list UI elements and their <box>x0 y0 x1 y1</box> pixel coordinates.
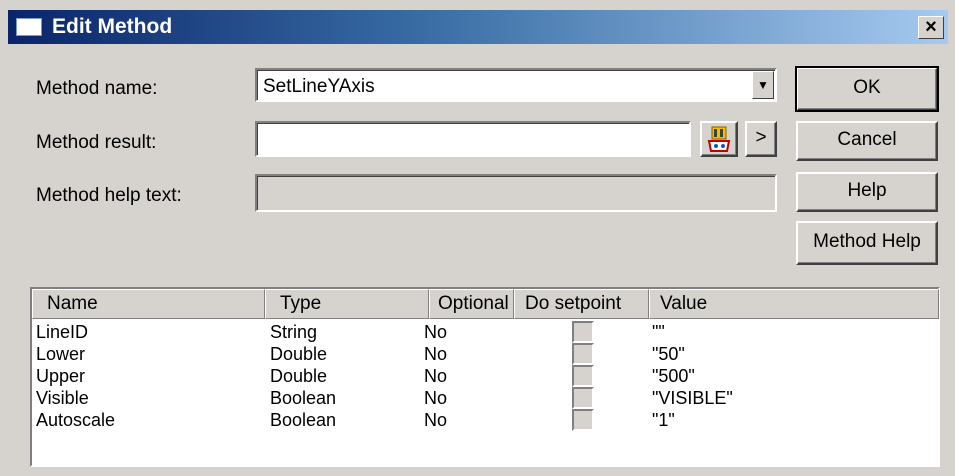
param-name: LineID <box>36 322 89 342</box>
method-name-combobox[interactable]: SetLineYAxis ▼ <box>255 68 777 102</box>
do-setpoint-checkbox[interactable] <box>572 321 594 343</box>
cancel-button[interactable]: Cancel <box>796 121 938 161</box>
ok-button[interactable]: OK <box>795 66 939 112</box>
param-type: Boolean <box>270 388 337 408</box>
method-name-value: SetLineYAxis <box>263 76 375 97</box>
param-name: Visible <box>36 388 89 408</box>
table-row[interactable]: Autoscale Boolean No "1" <box>32 409 938 431</box>
method-help-text-field <box>255 174 777 212</box>
table-row[interactable]: Visible Boolean No "VISIBLE" <box>32 387 938 409</box>
help-label: Help <box>847 180 887 201</box>
column-header-name[interactable]: Name <box>32 289 265 319</box>
param-optional: No <box>424 410 448 430</box>
param-value[interactable]: "VISIBLE" <box>652 388 733 409</box>
method-result-label: Method result: <box>36 132 157 153</box>
window-icon <box>16 18 42 36</box>
do-setpoint-checkbox[interactable] <box>572 409 594 431</box>
list-header: Name Type Optional Do setpoint Value <box>32 289 939 319</box>
param-name: Autoscale <box>36 410 116 430</box>
param-type: Double <box>270 344 328 364</box>
param-type: Double <box>270 366 328 386</box>
do-setpoint-checkbox[interactable] <box>572 387 594 409</box>
column-header-optional[interactable]: Optional <box>429 289 514 319</box>
expand-arrow-button[interactable]: > <box>745 121 777 157</box>
variable-browse-button[interactable] <box>700 121 738 157</box>
dropdown-arrow-icon[interactable]: ▼ <box>752 71 774 99</box>
parameters-list[interactable]: Name Type Optional Do setpoint Value Lin… <box>30 287 940 467</box>
close-button[interactable]: × <box>918 16 944 39</box>
method-help-text-label: Method help text: <box>36 185 182 206</box>
method-help-label: Method Help <box>813 231 921 252</box>
table-row[interactable]: Upper Double No "500" <box>32 365 938 387</box>
param-type: String <box>270 322 318 342</box>
edit-method-dialog: Edit Method × Method name: SetLineYAxis … <box>0 0 955 476</box>
column-header-do-setpoint[interactable]: Do setpoint <box>514 289 649 319</box>
param-optional: No <box>424 388 448 408</box>
do-setpoint-checkbox[interactable] <box>572 365 594 387</box>
column-header-value[interactable]: Value <box>649 289 939 319</box>
param-optional: No <box>424 322 448 342</box>
method-help-button[interactable]: Method Help <box>796 221 938 265</box>
param-optional: No <box>424 366 448 386</box>
param-name: Lower <box>36 344 86 364</box>
param-value[interactable]: "50" <box>652 344 685 365</box>
param-value[interactable]: "" <box>652 322 665 343</box>
table-row[interactable]: Lower Double No "50" <box>32 343 938 365</box>
cancel-label: Cancel <box>837 129 897 150</box>
table-row[interactable]: LineID String No "" <box>32 321 938 343</box>
help-button[interactable]: Help <box>796 172 938 212</box>
window-title: Edit Method <box>52 15 173 38</box>
title-bar[interactable]: Edit Method × <box>8 10 948 44</box>
do-setpoint-checkbox[interactable] <box>572 343 594 365</box>
variable-browser-icon <box>707 126 731 152</box>
column-header-type[interactable]: Type <box>265 289 429 319</box>
ok-label: OK <box>853 77 881 98</box>
param-name: Upper <box>36 366 86 386</box>
param-value[interactable]: "1" <box>652 410 675 431</box>
param-type: Boolean <box>270 410 337 430</box>
method-result-input[interactable] <box>255 121 691 157</box>
method-name-label: Method name: <box>36 78 158 99</box>
param-optional: No <box>424 344 448 364</box>
param-value[interactable]: "500" <box>652 366 695 387</box>
